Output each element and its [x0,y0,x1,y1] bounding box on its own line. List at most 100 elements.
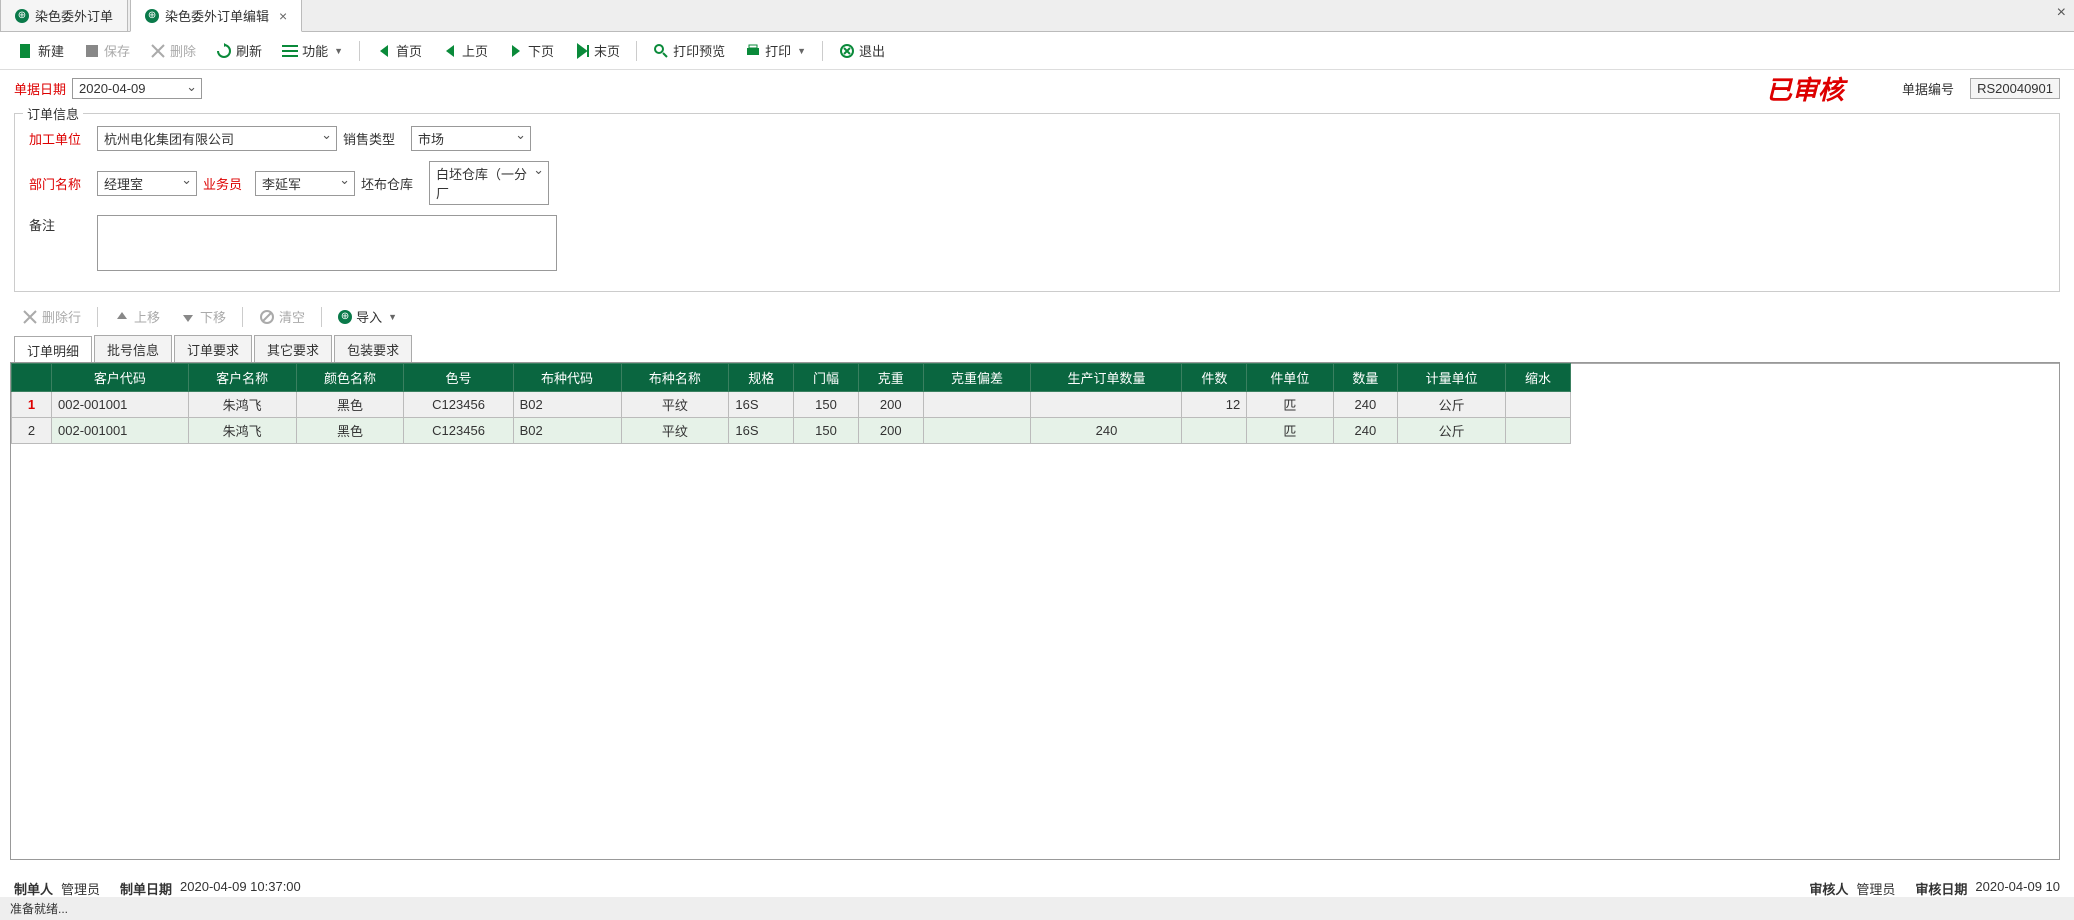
salesperson-label: 业务员 [203,174,243,193]
delete-button[interactable]: 删除 [142,38,204,63]
close-icon[interactable]: × [279,8,287,24]
remark-textarea[interactable] [97,215,557,271]
warehouse-label: 坯布仓库 [361,174,417,193]
new-button[interactable]: 新建 [10,38,72,63]
make-date-label: 制单日期 [120,879,172,898]
window-close-icon[interactable]: × [2057,4,2066,22]
table-row[interactable]: 2002-001001朱鸿飞黑色C123456B02平纹16S150200240… [12,418,1571,444]
auditor-label: 审核人 [1809,879,1848,898]
delete-row-button[interactable]: 删除行 [14,304,89,329]
search-icon [653,43,669,59]
clear-icon [259,309,275,325]
col-header[interactable]: 色号 [404,364,513,392]
date-picker[interactable]: 2020-04-09 [72,78,202,99]
first-icon [376,43,392,59]
import-button[interactable]: ⊕导入▼ [330,304,405,329]
make-date-value: 2020-04-09 10:37:00 [180,879,301,898]
tab-order-edit[interactable]: ⊕ 染色委外订单编辑 × [130,0,302,32]
maker-label: 制单人 [14,879,53,898]
col-header[interactable]: 颜色名称 [296,364,404,392]
tab-label: 染色委外订单 [35,6,113,25]
sale-type-label: 销售类型 [343,129,399,148]
chevron-down-icon: ▼ [797,46,806,56]
globe-icon: ⊕ [145,9,159,23]
approved-stamp: 已审核 [1766,70,1844,107]
detail-grid[interactable]: 客户代码客户名称颜色名称色号布种代码布种名称规格门幅克重克重偏差生产订单数量件数… [11,363,1571,444]
document-header: 单据日期 2020-04-09 已审核 单据编号 RS20040901 [0,70,2074,107]
chevron-down-icon: ▼ [334,46,343,56]
proc-unit-label: 加工单位 [29,129,85,148]
status-bar: 准备就绪... [0,897,2074,920]
list-icon [282,43,298,59]
tab-batch[interactable]: 批号信息 [94,335,172,363]
print-button[interactable]: 打印▼ [737,38,814,63]
fieldset-legend: 订单信息 [23,104,83,123]
dept-select[interactable]: 经理室 [97,171,197,196]
move-down-button[interactable]: 下移 [172,304,234,329]
refresh-icon [216,43,232,59]
col-header[interactable]: 缩水 [1506,364,1571,392]
warehouse-select[interactable]: 白坯仓库（一分厂 [429,161,549,205]
clear-button[interactable]: 清空 [251,304,313,329]
tab-other[interactable]: 其它要求 [254,335,332,363]
col-header[interactable]: 克重 [858,364,923,392]
next-icon [508,43,524,59]
globe-icon: ⊕ [15,9,29,23]
col-header[interactable]: 件数 [1182,364,1247,392]
salesperson-select[interactable]: 李延军 [255,171,355,196]
up-icon [114,309,130,325]
printer-icon [745,43,761,59]
remark-label: 备注 [29,215,85,234]
auditor-value: 管理员 [1856,879,1895,898]
separator [321,307,322,327]
last-icon [574,43,590,59]
next-page-button[interactable]: 下页 [500,38,562,63]
exit-icon [839,43,855,59]
separator [242,307,243,327]
table-row[interactable]: 1002-001001朱鸿飞黑色C123456B02平纹16S15020012匹… [12,392,1571,418]
globe-icon: ⊕ [338,310,352,324]
first-page-button[interactable]: 首页 [368,38,430,63]
last-page-button[interactable]: 末页 [566,38,628,63]
col-header[interactable]: 克重偏差 [923,364,1031,392]
col-header[interactable]: 件单位 [1247,364,1333,392]
separator [97,307,98,327]
col-header[interactable]: 客户名称 [188,364,296,392]
proc-unit-select[interactable]: 杭州电化集团有限公司 [97,126,337,151]
refresh-button[interactable]: 刷新 [208,38,270,63]
audit-date-label: 审核日期 [1915,879,1967,898]
func-button[interactable]: 功能▼ [274,38,351,63]
exit-button[interactable]: 退出 [831,38,893,63]
col-header[interactable]: 计量单位 [1398,364,1506,392]
print-preview-button[interactable]: 打印预览 [645,38,733,63]
grid-toolbar: 删除行 上移 下移 清空 ⊕导入▼ [0,298,2074,335]
detail-grid-wrap[interactable]: 客户代码客户名称颜色名称色号布种代码布种名称规格门幅克重克重偏差生产订单数量件数… [10,362,2060,860]
delete-icon [150,43,166,59]
col-header[interactable]: 规格 [729,364,794,392]
col-header[interactable]: 布种名称 [621,364,729,392]
save-button[interactable]: 保存 [76,38,138,63]
save-icon [84,43,100,59]
col-header[interactable]: 数量 [1333,364,1398,392]
separator [636,41,637,61]
down-icon [180,309,196,325]
tab-detail[interactable]: 订单明细 [14,336,92,364]
col-header[interactable]: 布种代码 [513,364,621,392]
sale-type-select[interactable]: 市场 [411,126,531,151]
move-up-button[interactable]: 上移 [106,304,168,329]
detail-tabs: 订单明细 批号信息 订单要求 其它要求 包装要求 [14,335,2060,364]
document-tab-bar: ⊕ 染色委外订单 ⊕ 染色委外订单编辑 × × [0,0,2074,32]
delete-icon [22,309,38,325]
tab-pack[interactable]: 包装要求 [334,335,412,363]
date-label: 单据日期 [14,79,66,98]
tab-req[interactable]: 订单要求 [174,335,252,363]
document-footer: 制单人管理员 制单日期2020-04-09 10:37:00 审核人管理员 审核… [14,879,2060,898]
audit-date-value: 2020-04-09 10 [1975,879,2060,898]
col-header[interactable]: 生产订单数量 [1031,364,1182,392]
col-header[interactable]: 门幅 [794,364,859,392]
order-info-fieldset: 订单信息 加工单位 杭州电化集团有限公司 销售类型 市场 部门名称 经理室 业务… [14,113,2060,292]
prev-page-button[interactable]: 上页 [434,38,496,63]
tab-order-list[interactable]: ⊕ 染色委外订单 [0,0,128,31]
docno-label: 单据编号 [1902,79,1954,98]
col-header[interactable]: 客户代码 [52,364,189,392]
